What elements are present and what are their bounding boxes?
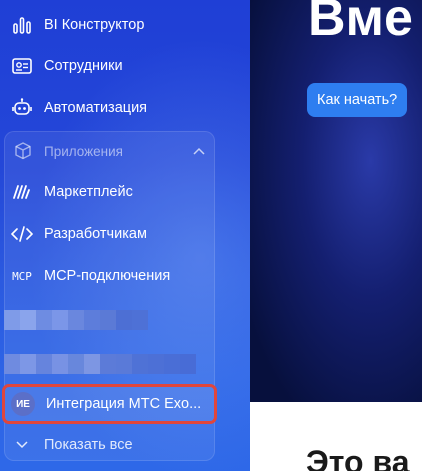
sidebar-item-mts-integration[interactable]: ИЕ Интеграция МТС Exo... [2, 384, 217, 424]
sidebar-item-marketplace[interactable]: Маркетплейс [0, 172, 215, 212]
sidebar-item-employees[interactable]: Сотрудники [0, 46, 250, 86]
sidebar-item-label: BI Конструктор [44, 17, 145, 33]
sidebar-item-bi-constructor[interactable]: BI Конструктор [0, 5, 250, 45]
how-to-start-button[interactable]: Как начать? [307, 83, 408, 117]
sidebar-item-label: Сотрудники [44, 58, 123, 74]
sidebar-item-label: Маркетплейс [44, 184, 133, 200]
bar-chart-icon [11, 14, 33, 36]
sidebar-item-label: Интеграция МТС Exo... [46, 396, 202, 412]
chevron-up-icon[interactable] [193, 143, 205, 158]
sidebar-item-label: Разработчикам [44, 226, 147, 242]
sidebar-item-developers[interactable]: Разработчикам [0, 214, 215, 254]
pixelated-item[interactable] [4, 354, 196, 374]
section-title: Это ва [306, 444, 410, 471]
sidebar-item-mcp[interactable]: MCP MCP-подключения [0, 256, 215, 296]
hero-title: Вме [308, 0, 413, 47]
hero-section: Вме Как начать? [250, 0, 422, 402]
show-all-button[interactable]: Показать все [4, 429, 215, 461]
sidebar-item-label: MCP-подключения [44, 268, 171, 284]
content-section: Это ва [250, 402, 422, 471]
mcp-icon: MCP [12, 269, 32, 283]
code-icon [11, 223, 33, 245]
id-card-icon [11, 55, 33, 77]
avatar: ИЕ [11, 392, 35, 416]
pixelated-item[interactable] [4, 310, 148, 330]
sidebar: BI Конструктор Сотрудники Автоматизация … [0, 0, 250, 471]
robot-icon [11, 97, 33, 119]
marketplace-icon [11, 181, 33, 203]
chevron-down-icon [12, 441, 32, 449]
box-icon [13, 141, 33, 161]
apps-section-header[interactable]: Приложения [4, 132, 215, 170]
sidebar-item-automation[interactable]: Автоматизация [0, 88, 250, 128]
show-all-label: Показать все [44, 437, 133, 453]
apps-header-label: Приложения [44, 143, 123, 159]
sidebar-item-label: Автоматизация [44, 100, 148, 116]
